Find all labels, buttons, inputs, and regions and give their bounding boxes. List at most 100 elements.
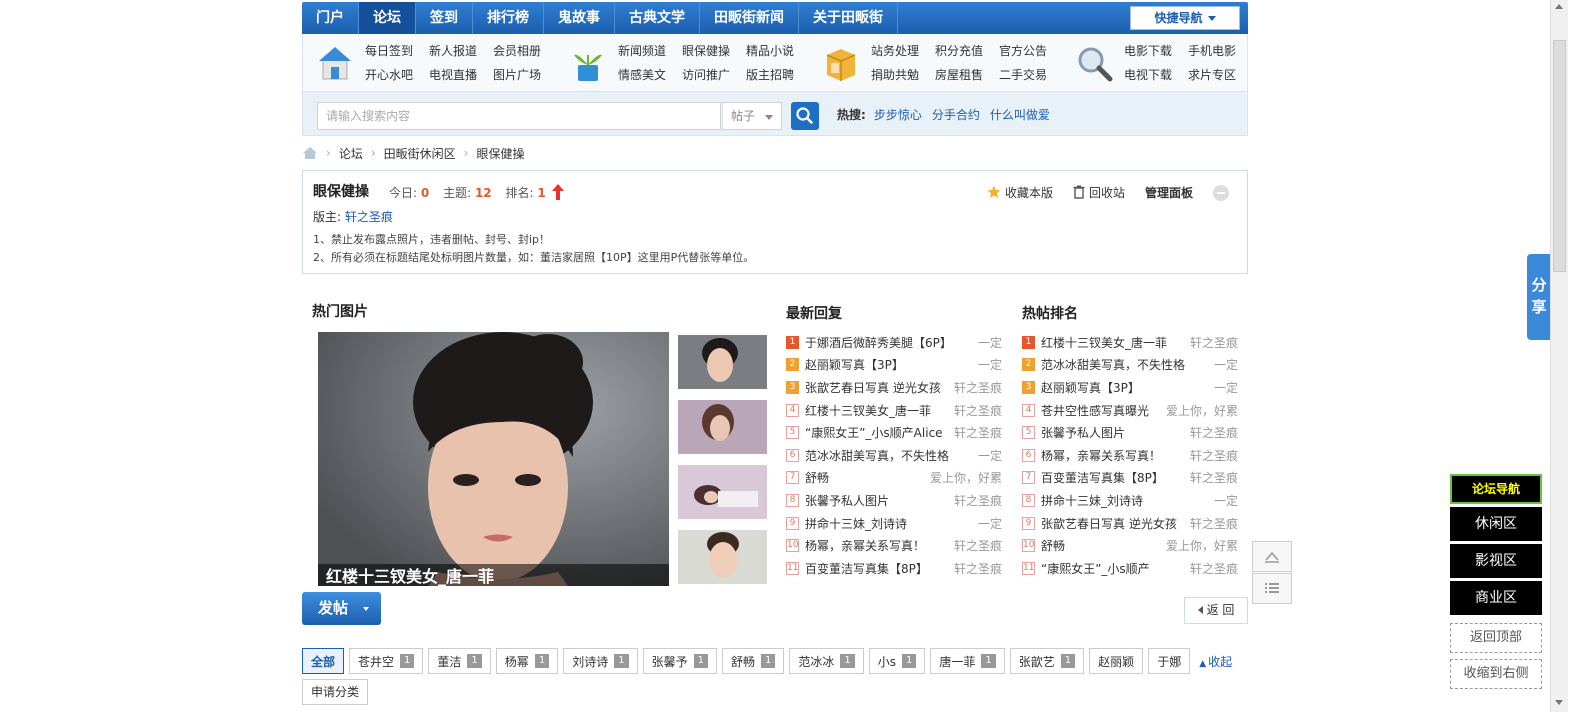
breadcrumb-item[interactable]: 论坛 [339, 145, 363, 162]
list-item-author[interactable]: 轩之圣痕 [1190, 469, 1238, 486]
nav-item[interactable]: 签到 [416, 2, 473, 34]
list-item-title[interactable]: 拼命十三妹_刘诗诗 [805, 515, 974, 532]
list-item[interactable]: 1 红楼十三钗美女_唐一菲 轩之圣痕 [1022, 331, 1238, 354]
list-item-author[interactable]: 一定 [978, 334, 1002, 351]
scroll-down-icon[interactable] [1555, 700, 1563, 705]
list-item[interactable]: 7 舒畅 爱上你，好累 [786, 467, 1002, 490]
list-item[interactable]: 11 “康熙女王”_小s顺产 轩之圣痕 [1022, 557, 1238, 580]
category-tag[interactable]: 张歆艺 1 [1009, 648, 1085, 674]
collapse-right-button[interactable]: 收缩到右侧 [1450, 659, 1542, 689]
category-tag[interactable]: 小s 1 [868, 648, 926, 674]
list-item[interactable]: 9 拼命十三妹_刘诗诗 一定 [786, 512, 1002, 535]
category-tag[interactable]: 全部 [302, 648, 345, 674]
collapse-icon[interactable] [1213, 184, 1229, 201]
list-item-author[interactable]: 一定 [1214, 492, 1238, 509]
list-item-title[interactable]: “康熙女王”_小s顺产 [1041, 560, 1186, 577]
apply-category-button[interactable]: 申请分类 [302, 679, 369, 705]
list-item[interactable]: 10 舒畅 爱上你，好累 [1022, 534, 1238, 557]
back-to-top-button[interactable]: 返回顶部 [1450, 623, 1542, 653]
list-item[interactable]: 5 张馨予私人图片 轩之圣痕 [1022, 421, 1238, 444]
moderator-name[interactable]: 轩之圣痕 [345, 210, 393, 224]
list-item[interactable]: 2 赵丽颖写真【3P】 一定 [786, 354, 1002, 377]
list-item-title[interactable]: 百变董洁写真集【8P】 [1041, 469, 1186, 486]
admin-panel-button[interactable]: 管理面板 [1145, 184, 1193, 201]
list-item[interactable]: 7 百变董洁写真集【8P】 轩之圣痕 [1022, 467, 1238, 490]
recycle-button[interactable]: 回收站 [1073, 184, 1125, 201]
hot-keyword-link[interactable]: 什么叫做爱 [990, 108, 1050, 122]
list-item[interactable]: 11 百变董洁写真集【8P】 轩之圣痕 [786, 557, 1002, 580]
subnav-link[interactable]: 电影下载 [1124, 42, 1188, 59]
subnav-link[interactable]: 开心水吧 [365, 66, 429, 83]
list-item-title[interactable]: 杨幂，亲幂关系写真！ [805, 537, 950, 554]
category-tag[interactable]: 苍井空 1 [349, 648, 424, 674]
search-type-select[interactable]: 帖子 [722, 102, 782, 130]
subnav-link[interactable]: 电视下载 [1124, 66, 1188, 83]
list-item[interactable]: 2 范冰冰甜美写真，不失性格 一定 [1022, 354, 1238, 377]
list-item-title[interactable]: “康熙女王”_小s顺产Alice [805, 424, 950, 441]
list-item[interactable]: 10 杨幂，亲幂关系写真！ 轩之圣痕 [786, 534, 1002, 557]
subnav-link[interactable]: 会员相册 [493, 42, 557, 59]
list-item[interactable]: 4 苍井空性感写真曝光 爱上你，好累 [1022, 399, 1238, 422]
subnav-link[interactable]: 二手交易 [999, 66, 1063, 83]
float-nav-head[interactable]: 论坛导航 [1450, 474, 1542, 504]
subnav-link[interactable]: 官方公告 [999, 42, 1063, 59]
breadcrumb-item[interactable]: 眼保健操 [476, 145, 524, 162]
subnav-link[interactable]: 新闻频道 [618, 42, 682, 59]
main-featured-image[interactable]: 红楼十三钗美女_唐一菲 [318, 332, 669, 586]
subnav-link[interactable]: 眼保健操 [682, 42, 746, 59]
list-view-button[interactable] [1252, 573, 1292, 604]
list-item-title[interactable]: 张馨予私人图片 [805, 492, 950, 509]
list-item[interactable]: 4 红楼十三钗美女_唐一菲 轩之圣痕 [786, 399, 1002, 422]
scrollbar-thumb[interactable] [1553, 40, 1566, 272]
list-item-title[interactable]: 舒畅 [805, 469, 926, 486]
list-item-author[interactable]: 轩之圣痕 [1190, 334, 1238, 351]
list-item-title[interactable]: 于娜酒后微醉秀美腿【6P】 [805, 334, 974, 351]
list-item-title[interactable]: 范冰冰甜美写真，不失性格 [1041, 356, 1210, 373]
list-item[interactable]: 3 赵丽颖写真【3P】 一定 [1022, 376, 1238, 399]
list-item-title[interactable]: 百变董洁写真集【8P】 [805, 560, 950, 577]
list-item-title[interactable]: 范冰冰甜美写真，不失性格 [805, 447, 974, 464]
subnav-link[interactable]: 情感美文 [618, 66, 682, 83]
subnav-link[interactable]: 电视直播 [429, 66, 493, 83]
list-item-author[interactable]: 一定 [1214, 356, 1238, 373]
subnav-link[interactable]: 求片专区 [1188, 66, 1252, 83]
hot-keyword-link[interactable]: 分手合约 [932, 108, 980, 122]
list-item-title[interactable]: 赵丽颖写真【3P】 [1041, 379, 1210, 396]
category-tag[interactable]: 刘诗诗 1 [563, 648, 638, 674]
category-tag[interactable]: 范冰冰 1 [789, 648, 864, 674]
list-item-author[interactable]: 轩之圣痕 [954, 560, 1002, 577]
favorite-button[interactable]: 收藏本版 [987, 184, 1053, 201]
float-nav-item[interactable]: 休闲区 [1450, 507, 1542, 541]
category-tag[interactable]: 唐一菲 1 [930, 648, 1005, 674]
share-button[interactable]: 分享 [1527, 254, 1551, 340]
nav-item[interactable]: 排行榜 [473, 2, 544, 34]
float-nav-item[interactable]: 影视区 [1450, 544, 1542, 578]
category-tag[interactable]: 赵丽颖 [1089, 648, 1144, 674]
subnav-link[interactable]: 每日签到 [365, 42, 429, 59]
nav-item[interactable]: 鬼故事 [544, 2, 615, 34]
nav-item[interactable]: 门户 [302, 2, 359, 34]
list-item-title[interactable]: 舒畅 [1041, 537, 1162, 554]
quick-nav-button[interactable]: 快捷导航 [1130, 6, 1240, 30]
thumbnail[interactable] [678, 530, 767, 584]
back-button[interactable]: 返 回 [1184, 597, 1248, 624]
subnav-link[interactable]: 访问推广 [682, 66, 746, 83]
subnav-link[interactable]: 站务处理 [871, 42, 935, 59]
thumbnail[interactable] [678, 465, 767, 519]
thumbnail[interactable] [678, 335, 767, 389]
list-item[interactable]: 8 拼命十三妹_刘诗诗 一定 [1022, 489, 1238, 512]
hot-keyword-link[interactable]: 步步惊心 [874, 108, 922, 122]
list-item[interactable]: 3 张歆艺春日写真 逆光女孩 轩之圣痕 [786, 376, 1002, 399]
thumbnail[interactable] [678, 400, 767, 454]
category-tag[interactable]: 杨幂 1 [495, 648, 559, 674]
list-item-author[interactable]: 轩之圣痕 [954, 424, 1002, 441]
list-item-title[interactable]: 张歆艺春日写真 逆光女孩 [805, 379, 950, 396]
list-item-author[interactable]: 轩之圣痕 [1190, 515, 1238, 532]
list-item-title[interactable]: 红楼十三钗美女_唐一菲 [1041, 334, 1186, 351]
nav-item[interactable]: 论坛 [359, 2, 416, 34]
fold-tags-button[interactable]: ▲ 收起 [1199, 653, 1232, 670]
list-item[interactable]: 8 张馨予私人图片 轩之圣痕 [786, 489, 1002, 512]
subnav-link[interactable]: 房屋租售 [935, 66, 999, 83]
list-item-author[interactable]: 一定 [978, 356, 1002, 373]
list-item-title[interactable]: 杨幂，亲幂关系写真！ [1041, 447, 1186, 464]
